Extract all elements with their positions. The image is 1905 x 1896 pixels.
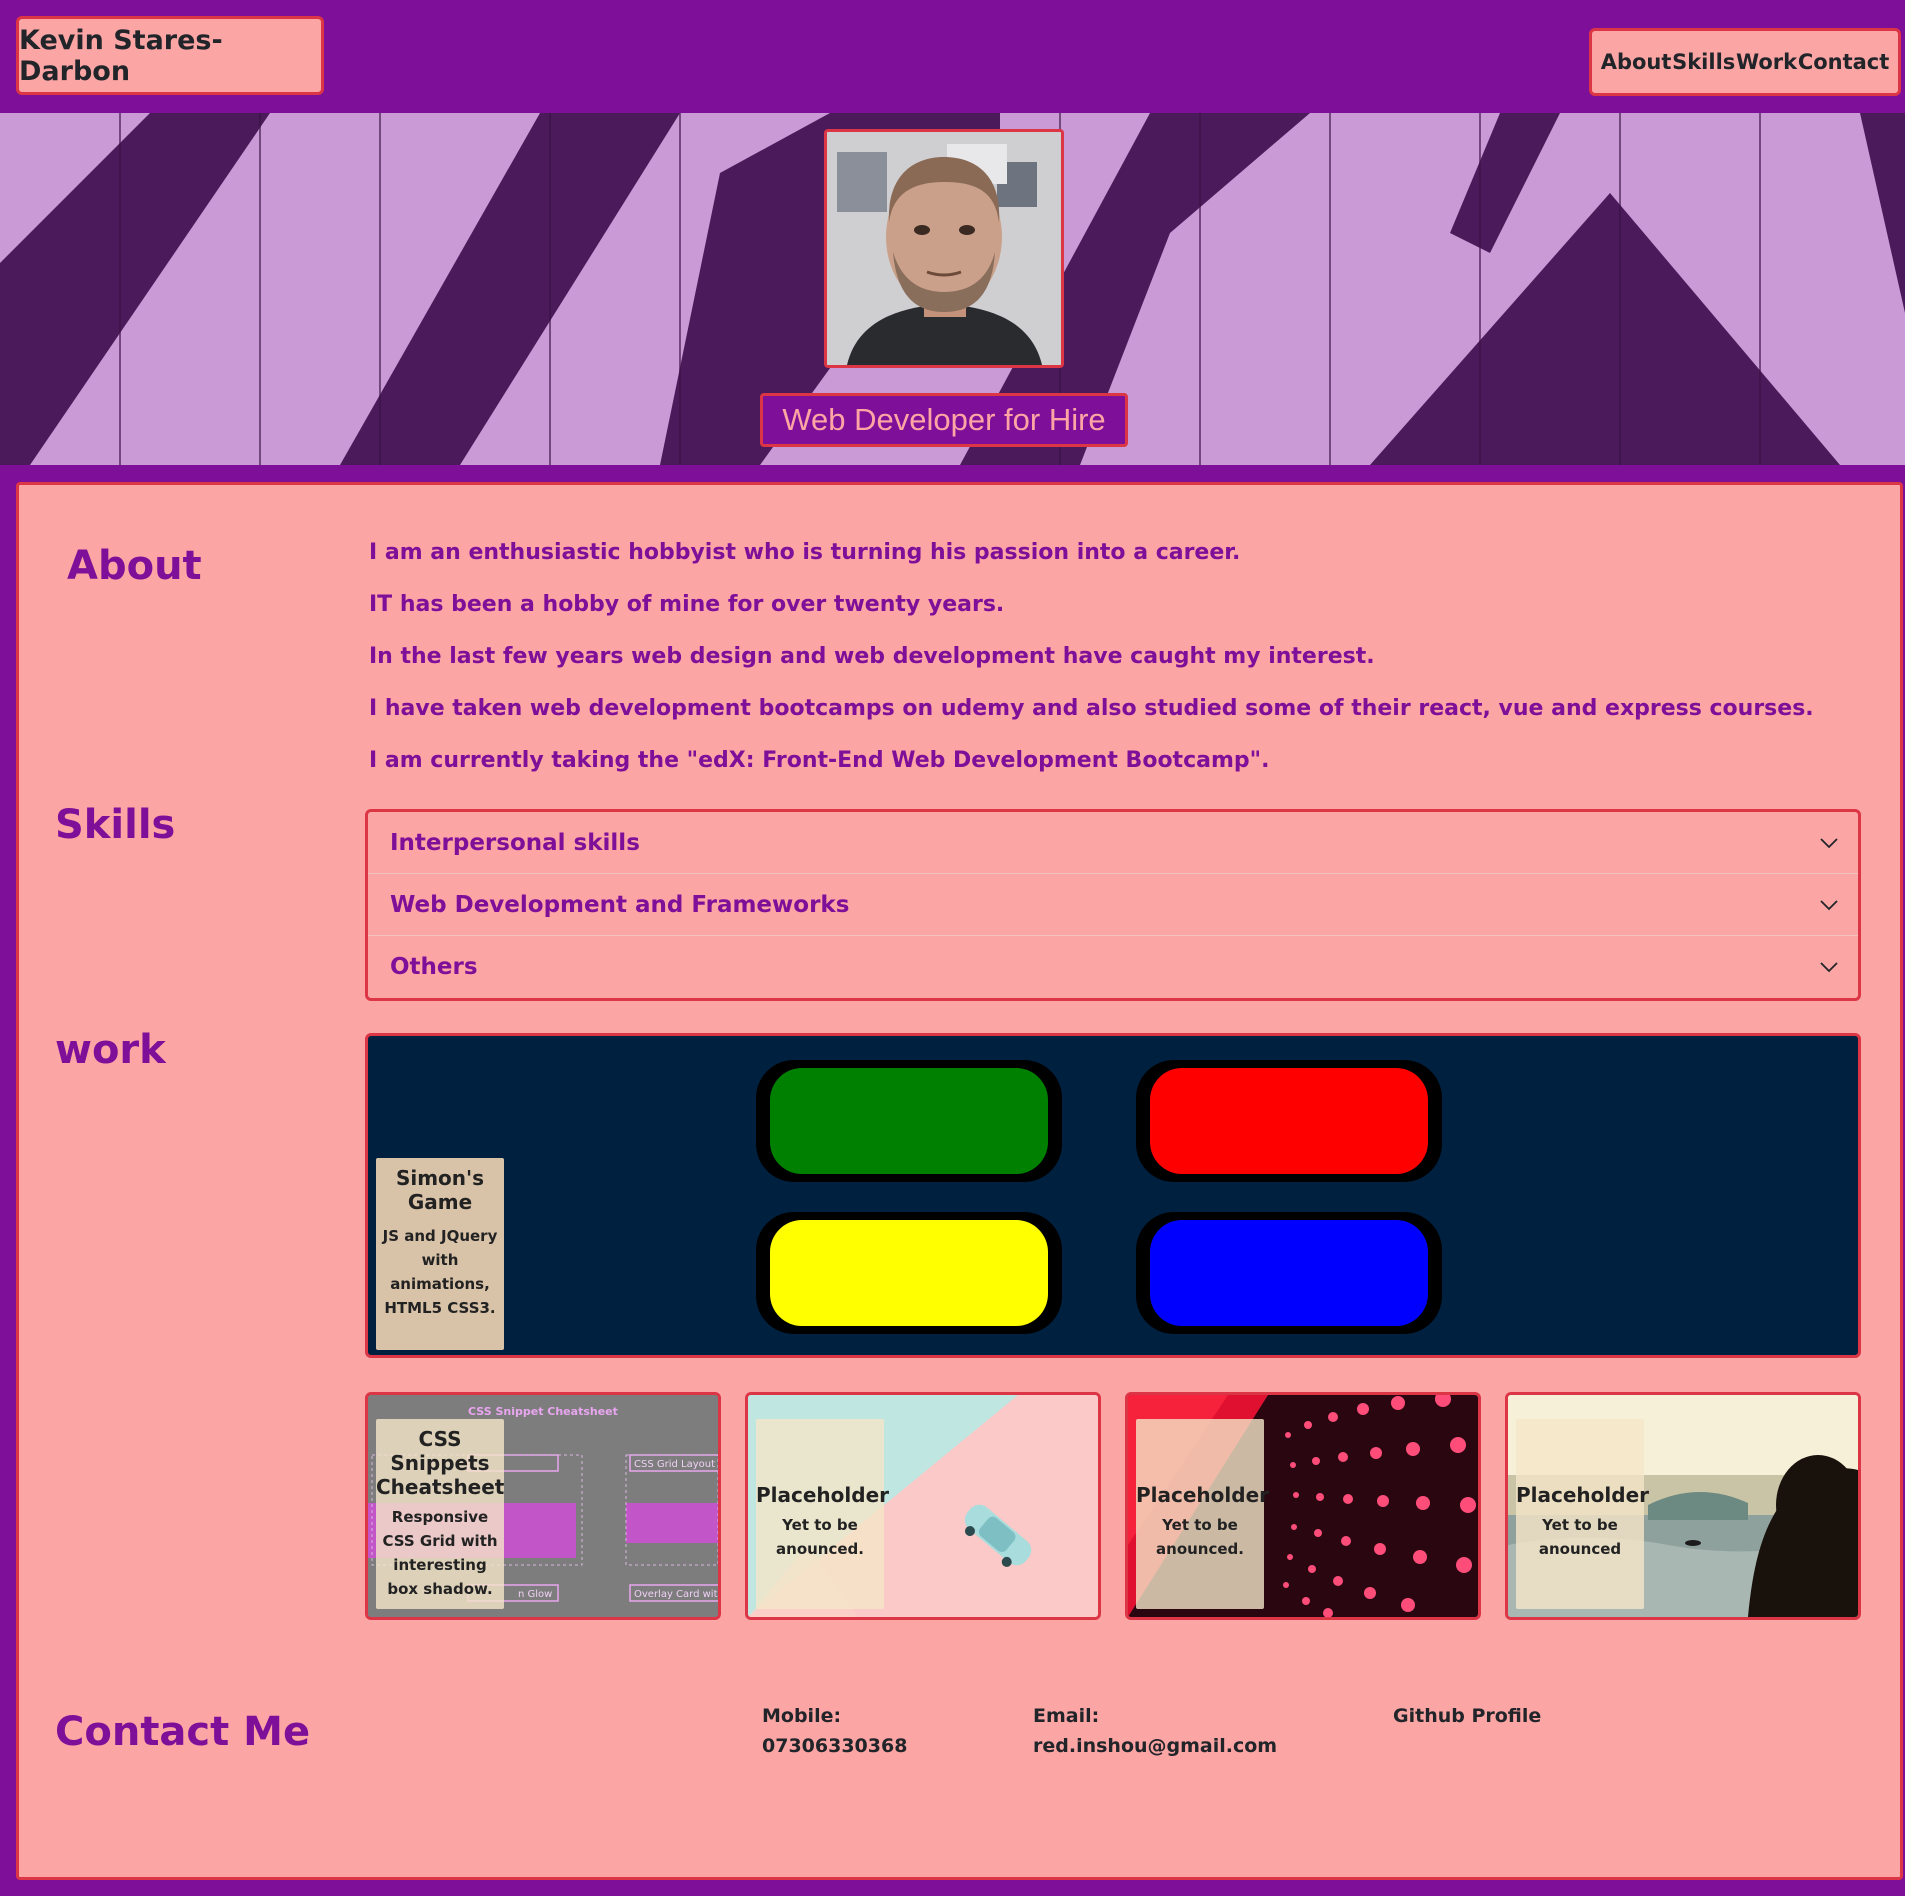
work-card-description: Responsive CSS Grid with interesting box… <box>382 1508 498 1598</box>
work-card-description: JS and JQuery with animations, HTML5 CSS… <box>382 1227 498 1317</box>
about-paragraph: I am currently taking the "edX: Front-En… <box>369 748 1270 773</box>
work-card-description: Yet to be anounced <box>1538 1516 1622 1558</box>
work-card-placeholder-surfer[interactable]: Placeholder Yet to be anounced <box>1505 1392 1861 1620</box>
accordion-item-interpersonal[interactable]: Interpersonal skills <box>368 812 1858 874</box>
work-card-title: Simon's Game <box>395 1166 485 1214</box>
work-card-placeholder-lights[interactable]: Placeholder Yet to be anounced. <box>1125 1392 1481 1620</box>
simon-pad-yellow-face <box>770 1220 1048 1326</box>
main-nav: About Skills Work Contact <box>1589 28 1901 96</box>
work-card-placeholder-car[interactable]: Placeholder Yet to be anounced. <box>745 1392 1101 1620</box>
skills-heading: Skills <box>55 802 176 848</box>
chevron-down-icon <box>1820 899 1838 910</box>
accordion-label: Interpersonal skills <box>390 829 640 856</box>
accordion-label: Web Development and Frameworks <box>390 891 850 918</box>
contact-heading: Contact Me <box>55 1709 311 1755</box>
work-card-title: CSS Snippets Cheatsheet <box>376 1427 505 1499</box>
nav-work-link[interactable]: Work <box>1736 50 1797 74</box>
accordion-label: Others <box>390 954 478 980</box>
email-label: Email: <box>1033 1705 1100 1727</box>
about-heading: About <box>67 543 202 589</box>
mobile-label: Mobile: <box>762 1705 842 1727</box>
work-heading: work <box>55 1027 166 1073</box>
accordion-item-others[interactable]: Others <box>368 936 1858 998</box>
profile-photo-illustration <box>827 132 1061 365</box>
about-paragraph: IT has been a hobby of mine for over twe… <box>369 592 1005 617</box>
nav-contact-link[interactable]: Contact <box>1798 50 1890 74</box>
work-card-description: Yet to be anounced. <box>776 1516 864 1558</box>
about-text: I am an enthusiastic hobbyist who is tur… <box>369 538 1869 798</box>
work-card-caption: Placeholder Yet to be anounced. <box>1136 1419 1270 1609</box>
simon-pad-red <box>1136 1060 1442 1182</box>
nav-about-link[interactable]: About <box>1601 50 1672 74</box>
mobile-number[interactable]: 07306330368 <box>762 1735 907 1757</box>
work-card-title: Placeholder <box>1516 1483 1650 1507</box>
brand-logo[interactable]: Kevin Stares-Darbon <box>16 16 324 95</box>
work-card-caption: Simon's Game JS and JQuery with animatio… <box>376 1158 504 1350</box>
cheatsheet-screenshot-overlay-label: Overlay Card with Title <box>634 1589 718 1600</box>
github-profile-link[interactable]: Github Profile <box>1393 1705 1541 1727</box>
simon-pad-blue <box>1136 1212 1442 1334</box>
work-card-css-cheatsheet[interactable]: CSS Snippet Cheatsheet CSS Grid Layout n… <box>365 1392 721 1620</box>
simon-pad-green-face <box>770 1068 1048 1174</box>
work-card-caption: CSS Snippets Cheatsheet Responsive CSS G… <box>376 1419 504 1609</box>
simon-pad-blue-face <box>1150 1220 1428 1326</box>
skills-accordion: Interpersonal skills Web Development and… <box>365 809 1861 1001</box>
chevron-down-icon <box>1820 962 1838 973</box>
brand-name: Kevin Stares-Darbon <box>19 24 223 87</box>
work-card-title: Placeholder <box>756 1483 890 1507</box>
hero-tagline: Web Developer for Hire <box>760 393 1128 447</box>
work-card-simons-game[interactable]: Simon's Game JS and JQuery with animatio… <box>365 1033 1861 1358</box>
simon-pad-yellow <box>756 1212 1062 1334</box>
about-paragraph: I have taken web development bootcamps o… <box>369 696 1814 721</box>
work-card-caption: Placeholder Yet to be anounced <box>1516 1419 1650 1609</box>
work-card-description: Yet to be anounced. <box>1156 1516 1244 1558</box>
about-paragraph: In the last few years web design and web… <box>369 644 1375 669</box>
email-address[interactable]: red.inshou@gmail.com <box>1033 1735 1277 1757</box>
cheatsheet-screenshot-title: CSS Snippet Cheatsheet <box>468 1405 618 1418</box>
nav-skills-link[interactable]: Skills <box>1672 50 1735 74</box>
simon-pad-red-face <box>1150 1068 1428 1174</box>
about-paragraph: I am an enthusiastic hobbyist who is tur… <box>369 540 1241 565</box>
chevron-down-icon <box>1820 837 1838 848</box>
work-card-title: Placeholder <box>1136 1483 1270 1507</box>
simon-pad-green <box>756 1060 1062 1182</box>
hero-tagline-text: Web Developer for Hire <box>782 402 1106 437</box>
work-card-caption: Placeholder Yet to be anounced. <box>756 1419 890 1609</box>
profile-photo <box>824 129 1064 368</box>
accordion-item-web-development[interactable]: Web Development and Frameworks <box>368 874 1858 936</box>
cheatsheet-screenshot-glow-label: n Glow <box>518 1589 552 1600</box>
cheatsheet-screenshot-grid-label: CSS Grid Layout <box>634 1459 715 1470</box>
